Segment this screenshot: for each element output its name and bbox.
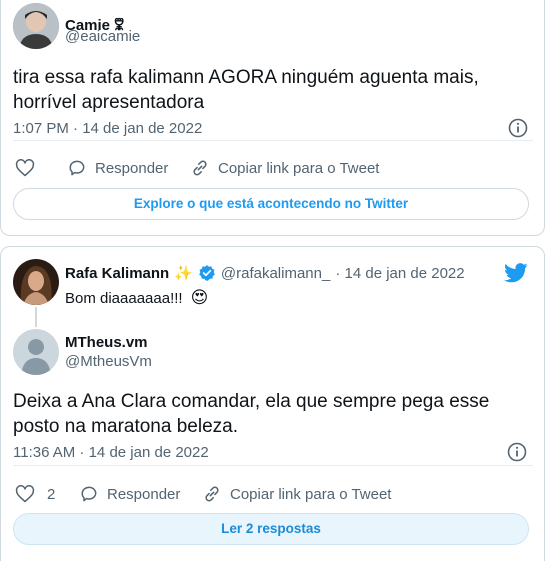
twitter-bird-icon[interactable] <box>504 262 528 284</box>
tweet-text: tira essa rafa kalimann AGORA ninguém ag… <box>13 67 479 113</box>
heart-eyes-emoji: 😍 <box>190 288 209 307</box>
divider <box>13 465 533 466</box>
info-icon[interactable] <box>507 442 527 462</box>
tweet-text: Bom diaaaaaaa!!! <box>65 289 183 307</box>
divider <box>13 140 533 141</box>
avatar[interactable] <box>13 3 59 49</box>
copy-link-label: Copiar link para o Tweet <box>218 159 380 177</box>
tweet-timestamp[interactable]: 11:36 AM · 14 de jan de 2022 <box>13 444 209 461</box>
verified-icon <box>198 264 216 282</box>
tweet-date[interactable]: · 14 de jan de 2022 <box>335 265 464 282</box>
sparkles-emoji: ✨ <box>174 265 193 282</box>
copy-link-button[interactable]: Copiar link para o Tweet <box>202 484 391 504</box>
avatar-image <box>13 259 59 305</box>
tweet-timestamp[interactable]: 1:07 PM · 14 de jan de 2022 <box>13 120 202 137</box>
default-avatar-icon <box>13 329 59 375</box>
embedded-tweet-card: Camie 🜟 @eaicamie tira essa rafa kaliman… <box>0 0 545 236</box>
reply-icon <box>79 484 99 504</box>
author-name[interactable]: MTheus.vm <box>65 334 148 351</box>
tweet-text: Deixa a Ana Clara comandar, ela que semp… <box>13 391 490 437</box>
explore-twitter-button[interactable]: Explore o que está acontecendo no Twitte… <box>13 188 529 220</box>
reply-label: Responder <box>95 159 169 177</box>
read-replies-button[interactable]: Ler 2 respostas <box>13 513 529 545</box>
parent-tweet-text: Bom diaaaaaaa!!! 😍 <box>65 288 208 308</box>
reply-button[interactable]: Responder <box>67 158 168 178</box>
copy-link-button[interactable]: Copiar link para o Tweet <box>190 158 379 178</box>
avatar[interactable] <box>13 259 59 305</box>
like-button[interactable]: 2 <box>15 484 55 504</box>
reply-button[interactable]: Responder <box>79 484 180 504</box>
like-count: 2 <box>47 485 56 503</box>
heart-icon <box>15 158 35 178</box>
avatar[interactable] <box>13 329 59 375</box>
author-handle[interactable]: @MtheusVm <box>65 353 152 370</box>
avatar-image <box>13 3 59 49</box>
thread-connector <box>35 307 37 327</box>
embedded-tweet-card: Rafa Kalimann ✨ @rafakalimann_ · 14 de j… <box>0 246 545 561</box>
info-icon[interactable] <box>508 118 528 138</box>
author-name[interactable]: Rafa Kalimann <box>65 265 169 282</box>
heart-icon <box>15 484 35 504</box>
author-handle[interactable]: @eaicamie <box>65 28 140 45</box>
link-icon <box>190 158 210 178</box>
reply-icon <box>67 158 87 178</box>
reply-label: Responder <box>107 485 181 503</box>
parent-author-row: Rafa Kalimann ✨ @rafakalimann_ · 14 de j… <box>65 264 465 283</box>
link-icon <box>202 484 222 504</box>
author-handle[interactable]: @rafakalimann_ <box>221 265 330 282</box>
like-button[interactable] <box>15 158 35 178</box>
copy-link-label: Copiar link para o Tweet <box>230 485 392 503</box>
